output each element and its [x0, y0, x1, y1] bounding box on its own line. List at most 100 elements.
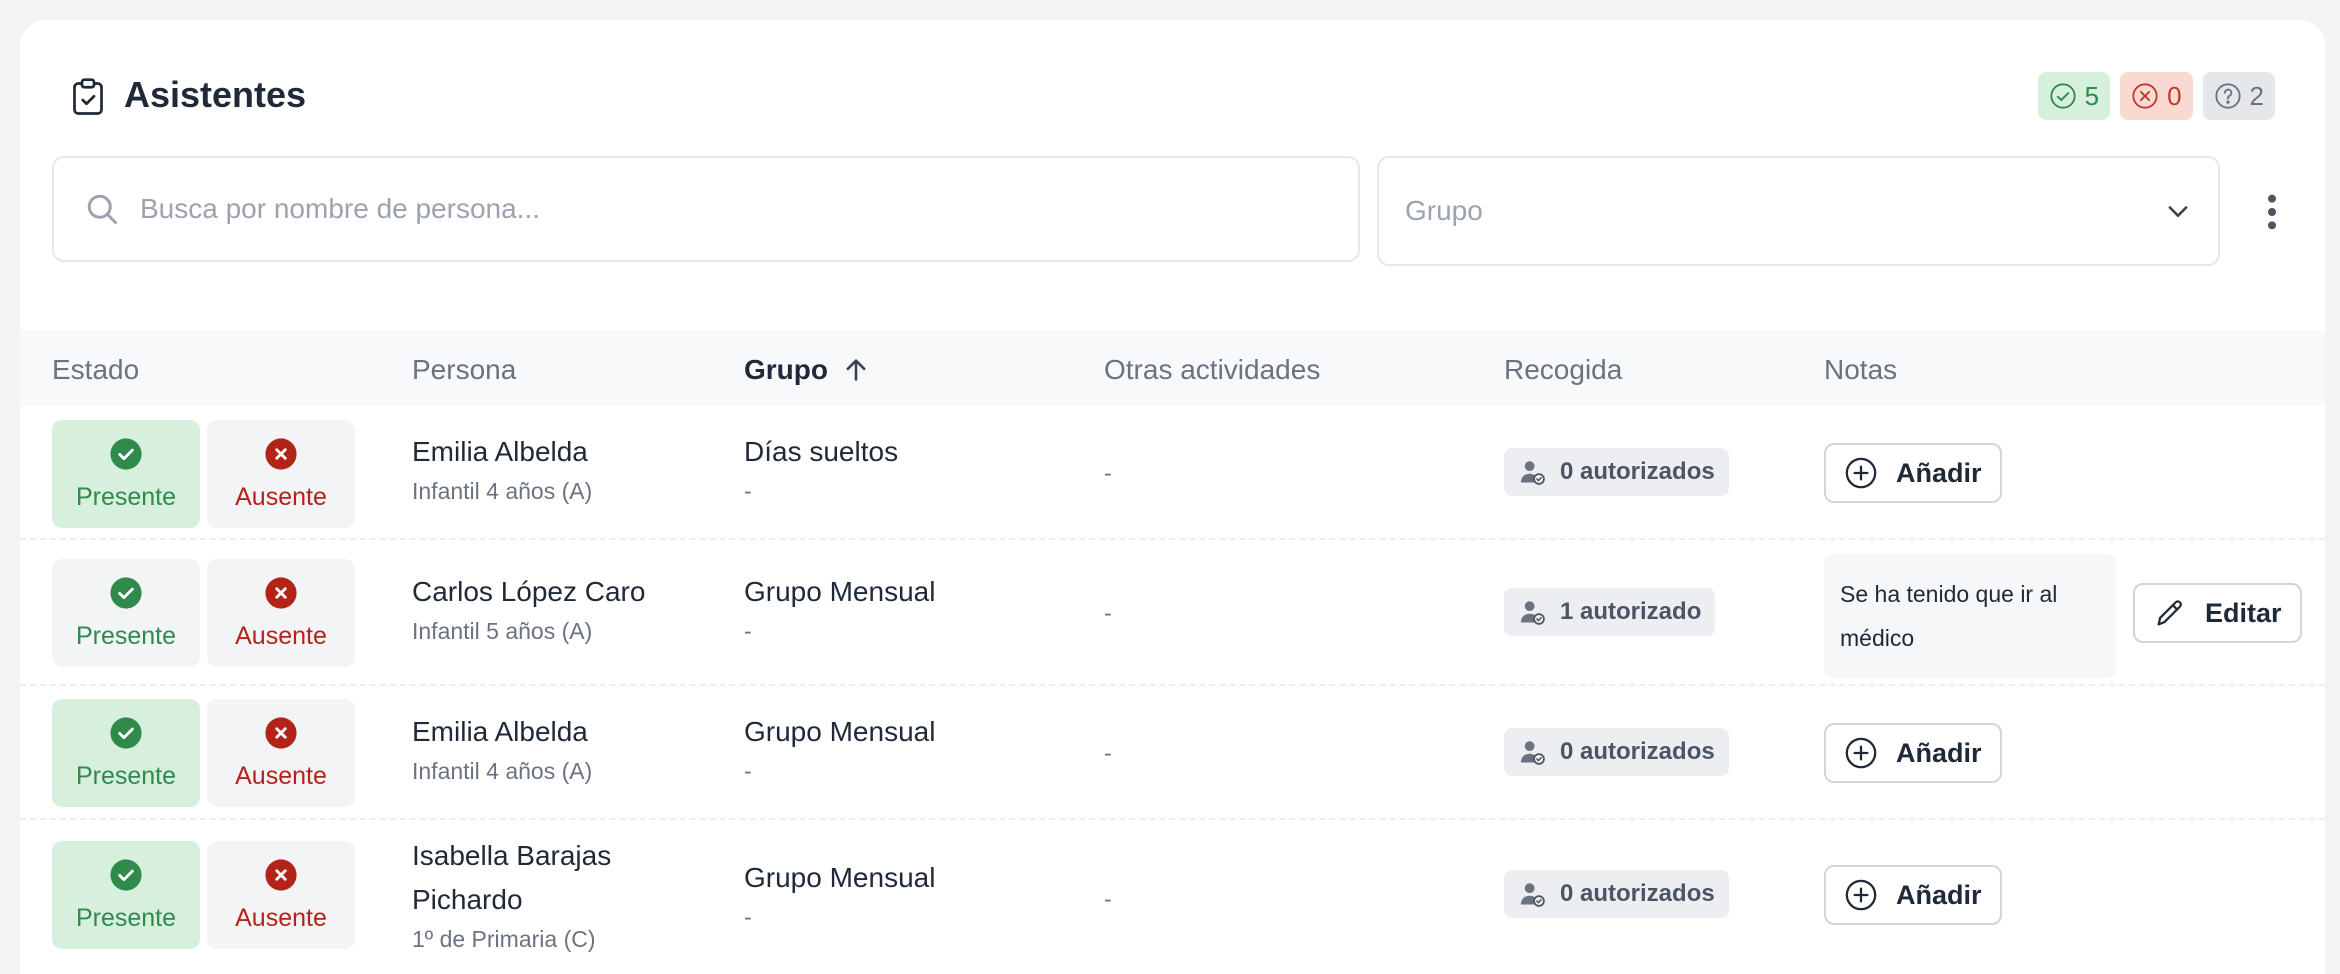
person-class: Infantil 4 años (A): [412, 478, 593, 504]
column-header-grupo[interactable]: Grupo: [744, 354, 870, 386]
column-header-notas[interactable]: Notas: [1824, 354, 1897, 386]
user-check-icon: [1520, 601, 1545, 625]
person-name: Emilia Albelda: [412, 716, 588, 747]
column-header-persona[interactable]: Persona: [412, 354, 516, 386]
check-circle-icon: [110, 858, 142, 891]
present-button[interactable]: Presente: [52, 420, 200, 528]
x-circle-icon: [265, 716, 297, 749]
table-row: Presente Ausente Carlos López Caro Infan…: [20, 540, 2325, 686]
page-title: Asistentes: [124, 74, 307, 115]
absent-button[interactable]: Ausente: [207, 841, 355, 949]
add-note-button[interactable]: Añadir: [1824, 865, 2002, 925]
pickup-count: 0 autorizados: [1560, 880, 1715, 907]
present-button[interactable]: Presente: [52, 841, 200, 949]
absent-label: Ausente: [235, 482, 327, 511]
add-note-button[interactable]: Añadir: [1824, 723, 2002, 783]
plus-circle-icon: [1845, 457, 1877, 489]
pickup-authorized-badge[interactable]: 0 autorizados: [1504, 728, 1729, 776]
other-activities: -: [1104, 600, 1112, 626]
absent-label: Ausente: [235, 621, 327, 650]
person-class: Infantil 5 años (A): [412, 618, 593, 644]
group-cell: Grupo Mensual -: [744, 856, 935, 934]
search-input[interactable]: [140, 193, 1240, 225]
group-name: Grupo Mensual: [744, 862, 936, 893]
group-select[interactable]: Grupo: [1377, 156, 2220, 266]
table-header: Estado Persona Grupo Otras actividades R…: [20, 330, 2325, 406]
present-label: Presente: [75, 761, 177, 790]
add-note-button[interactable]: Añadir: [1824, 443, 2002, 503]
present-count: 5: [2084, 80, 2100, 111]
group-sub: -: [744, 758, 752, 784]
person-name: Carlos López Caro: [412, 576, 646, 607]
person-cell: Carlos López Caro Infantil 5 años (A): [412, 570, 645, 648]
person-cell: Emilia Albelda Infantil 4 años (A): [412, 430, 592, 508]
chevron-down-icon: [2168, 206, 2188, 217]
x-circle-icon: [2132, 83, 2158, 109]
person-cell: Emilia Albelda Infantil 4 años (A): [412, 710, 592, 788]
unknown-count-badge[interactable]: 2: [2202, 72, 2275, 120]
table-row: Presente Ausente Emilia Albelda Infantil…: [20, 686, 2325, 820]
present-button[interactable]: Presente: [52, 559, 200, 667]
edit-note-button[interactable]: Editar: [2133, 583, 2302, 643]
add-note-label: Añadir: [1896, 457, 1982, 488]
column-header-estado[interactable]: Estado: [52, 354, 139, 386]
group-sub: -: [744, 478, 752, 504]
attendance-summary: 5 0 2: [2037, 72, 2275, 120]
note-text: Se ha tenido que ir al médico: [1824, 554, 2116, 678]
absent-button[interactable]: Ausente: [207, 420, 355, 528]
present-label: Presente: [75, 482, 177, 511]
absent-label: Ausente: [235, 761, 327, 790]
other-activities: -: [1104, 740, 1112, 766]
plus-circle-icon: [1845, 879, 1877, 911]
absent-button[interactable]: Ausente: [207, 699, 355, 807]
user-check-icon: [1520, 741, 1545, 765]
person-name: Emilia Albelda: [412, 436, 588, 467]
group-name: Grupo Mensual: [744, 716, 936, 747]
question-circle-icon: [2214, 83, 2241, 109]
check-circle-icon: [110, 437, 142, 470]
check-circle-icon: [2049, 83, 2076, 109]
person-class: Infantil 4 años (A): [412, 758, 593, 784]
pickup-authorized-badge[interactable]: 1 autorizado: [1504, 588, 1716, 636]
user-check-icon: [1520, 461, 1545, 485]
group-cell: Días sueltos -: [744, 430, 898, 508]
absent-label: Ausente: [235, 903, 327, 932]
group-name: Días sueltos: [744, 436, 899, 467]
x-circle-icon: [265, 437, 297, 470]
arrow-up-icon: [846, 359, 866, 381]
user-check-icon: [1520, 883, 1545, 907]
table-row: Presente Ausente Emilia Albelda Infantil…: [20, 406, 2325, 540]
edit-note-label: Editar: [2205, 597, 2282, 628]
column-header-grupo-label: Grupo: [744, 354, 828, 385]
absent-count: 0: [2167, 80, 2182, 111]
absent-count-badge[interactable]: 0: [2120, 72, 2193, 120]
pickup-authorized-badge[interactable]: 0 autorizados: [1504, 448, 1729, 496]
group-sub: -: [744, 618, 752, 644]
group-name: Grupo Mensual: [744, 576, 936, 607]
add-note-label: Añadir: [1896, 879, 1982, 910]
pickup-count: 0 autorizados: [1560, 738, 1715, 765]
x-circle-icon: [265, 576, 297, 609]
clipboard-check-icon: [73, 78, 103, 115]
present-label: Presente: [75, 621, 177, 650]
person-class: 1º de Primaria (C): [412, 926, 596, 952]
plus-circle-icon: [1845, 737, 1877, 769]
group-sub: -: [744, 904, 752, 930]
absent-button[interactable]: Ausente: [207, 559, 355, 667]
table-row: Presente Ausente Isabella Barajas Pichar…: [20, 820, 2325, 974]
person-name: Isabella Barajas Pichardo: [412, 840, 612, 915]
other-activities: -: [1104, 886, 1112, 912]
pickup-count: 1 autorizado: [1560, 598, 1702, 625]
other-activities: -: [1104, 460, 1112, 486]
pencil-icon: [2157, 600, 2182, 626]
present-button[interactable]: Presente: [52, 699, 200, 807]
unknown-count: 2: [2249, 80, 2264, 111]
pickup-authorized-badge[interactable]: 0 autorizados: [1504, 870, 1729, 918]
pickup-count: 0 autorizados: [1560, 458, 1715, 485]
group-select-placeholder: Grupo: [1405, 195, 1483, 226]
column-header-recogida[interactable]: Recogida: [1504, 354, 1622, 386]
column-header-otras-actividades[interactable]: Otras actividades: [1104, 354, 1320, 386]
person-cell: Isabella Barajas Pichardo 1º de Primaria…: [412, 834, 672, 956]
present-count-badge[interactable]: 5: [2037, 72, 2111, 120]
more-options-icon[interactable]: [2258, 192, 2286, 232]
